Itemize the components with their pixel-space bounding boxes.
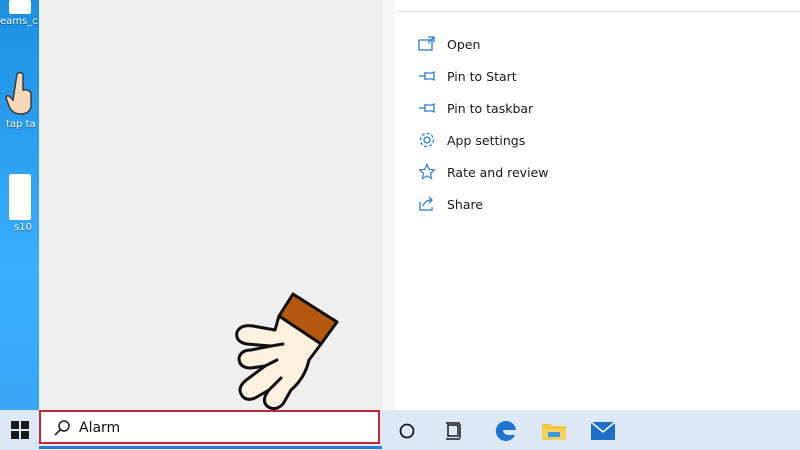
share-icon (417, 194, 437, 214)
action-label: Rate and review (447, 164, 549, 180)
action-open[interactable]: Open (417, 28, 548, 60)
action-share[interactable]: Share (417, 188, 548, 220)
action-label: App settings (447, 132, 526, 148)
action-app-settings[interactable]: App settings (417, 124, 548, 156)
open-icon (417, 34, 437, 54)
pane-divider (395, 11, 800, 12)
task-view-button[interactable] (442, 418, 468, 444)
windows-start-icon (10, 421, 29, 439)
mail-icon (590, 421, 616, 440)
edge-icon (495, 420, 516, 441)
desktop-icon-s10[interactable]: s10 (0, 174, 40, 233)
hand-pointer-icon (235, 292, 339, 411)
desktop-icon-teams[interactable]: eams_c (0, 0, 40, 27)
star-icon (417, 162, 437, 182)
file-icon (9, 0, 31, 14)
app-action-list: Open Pin to Start Pin to taskbar App set… (417, 28, 548, 220)
action-label: Pin to Start (447, 68, 517, 84)
desktop-icon-label: s10 (14, 222, 32, 233)
cortana-icon (399, 423, 415, 439)
file-explorer-button[interactable] (541, 418, 567, 444)
cortana-button[interactable] (394, 418, 420, 444)
start-menu-detail-pane: Open Pin to Start Pin to taskbar App set… (395, 0, 800, 410)
edge-button[interactable] (493, 418, 519, 444)
desktop-icon-label: tap ta (6, 119, 36, 130)
task-view-icon (446, 422, 461, 440)
hand-pointer-icon (5, 71, 32, 115)
search-icon (53, 419, 71, 441)
desktop-icon-tap[interactable]: tap ta (0, 70, 40, 130)
action-pin-to-taskbar[interactable]: Pin to taskbar (417, 92, 548, 124)
start-button[interactable] (0, 410, 39, 450)
action-rate-and-review[interactable]: Rate and review (417, 156, 548, 188)
start-menu-divider (383, 0, 395, 410)
taskbar (0, 410, 800, 450)
action-pin-to-start[interactable]: Pin to Start (417, 60, 548, 92)
file-explorer-icon (542, 424, 566, 440)
pin-icon (417, 66, 437, 86)
gear-icon (417, 130, 437, 150)
action-label: Open (447, 36, 481, 52)
search-focus-underline (39, 446, 382, 449)
mail-button[interactable] (590, 418, 616, 444)
search-input[interactable] (79, 417, 359, 439)
pin-icon (417, 98, 437, 118)
action-label: Pin to taskbar (447, 100, 534, 116)
action-label: Share (447, 196, 484, 212)
desktop-icon-label: eams_c (0, 16, 38, 27)
file-icon (9, 174, 31, 220)
